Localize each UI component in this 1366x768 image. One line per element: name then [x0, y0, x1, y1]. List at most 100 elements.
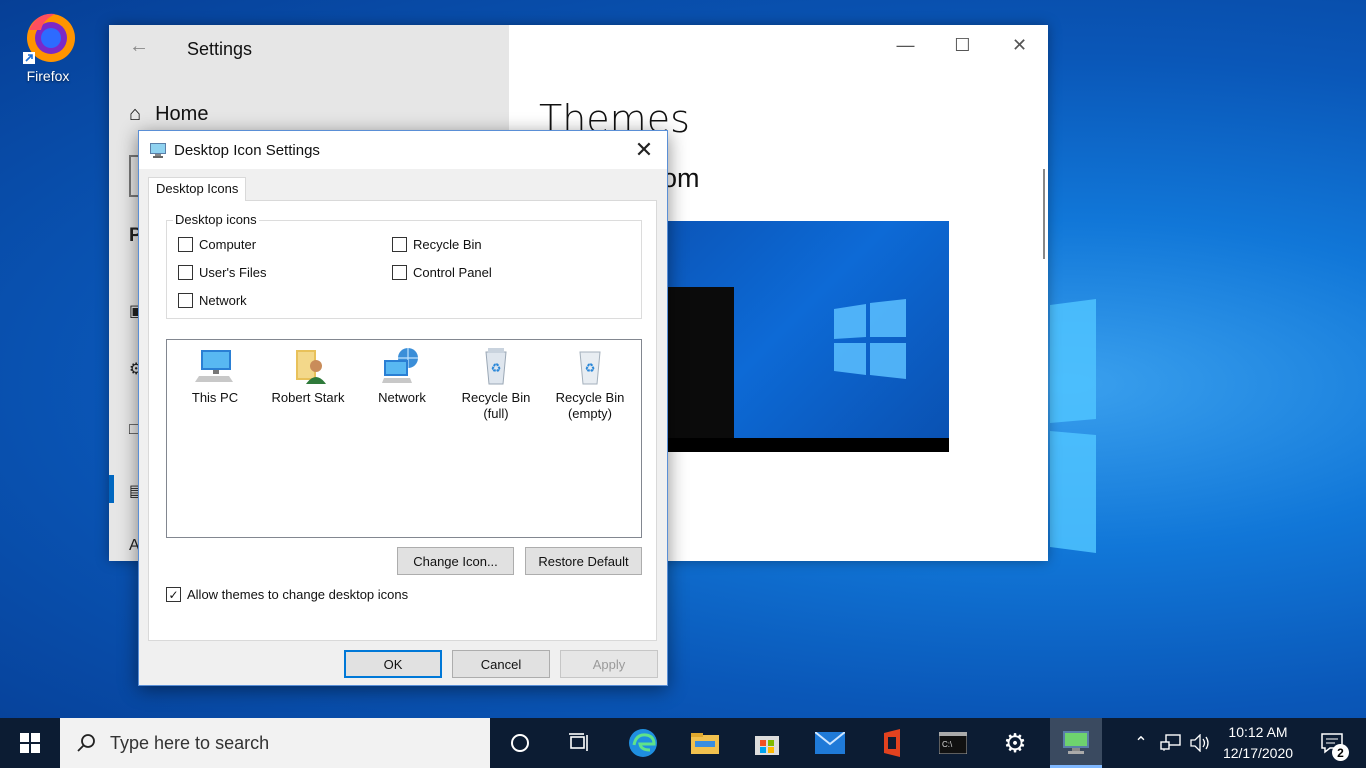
search-placeholder: Type here to search — [110, 732, 270, 753]
office-icon — [884, 729, 900, 757]
settings-scrollbar[interactable] — [1043, 169, 1045, 259]
desktop-icons-group: Desktop icons Computer Recycle Bin User'… — [166, 212, 642, 319]
icon-item-label: Robert Stark — [271, 390, 345, 405]
taskbar-clock[interactable]: 10:12 AM 12/17/2020 — [1212, 722, 1304, 764]
taskbar: Type here to search C:\ ⚙ ⌃ 10:12 AM 12/ — [0, 718, 1366, 768]
icon-item-network[interactable]: Network — [356, 346, 448, 406]
settings-home-item[interactable]: ⌂ Home — [129, 103, 208, 126]
icon-item-recycle-bin-empty[interactable]: ♻ Recycle Bin (empty) — [544, 346, 636, 422]
checkbox-recycle-bin[interactable]: Recycle Bin — [392, 237, 482, 252]
store-icon — [755, 736, 779, 755]
svg-text:♻: ♻ — [491, 361, 502, 375]
start-button[interactable] — [0, 718, 60, 768]
checkbox-allow-themes[interactable]: ✓ Allow themes to change desktop icons — [166, 587, 408, 602]
chevron-up-icon: ⌃ — [1134, 735, 1148, 752]
network-tray-button[interactable] — [1158, 718, 1184, 768]
icon-item-label: Recycle Bin (full) — [461, 390, 531, 421]
taskbar-edge[interactable] — [617, 718, 669, 768]
svg-text:C:\: C:\ — [942, 740, 953, 749]
home-icon: ⌂ — [129, 103, 142, 125]
group-label: Desktop icons — [173, 212, 259, 227]
checkbox-label: Allow themes to change desktop icons — [187, 587, 409, 602]
this-pc-icon — [195, 350, 233, 382]
recycle-bin-empty-icon: ♻ — [579, 351, 601, 385]
user-folder-icon — [296, 350, 326, 384]
command-prompt-icon: C:\ — [939, 732, 967, 754]
maximize-button[interactable]: ☐ — [934, 25, 991, 65]
cortana-icon — [511, 734, 529, 752]
back-arrow-icon[interactable]: ← — [129, 35, 149, 58]
edge-icon — [629, 729, 657, 757]
network-icon — [382, 348, 418, 383]
tab-panel: Desktop icons Computer Recycle Bin User'… — [148, 200, 657, 641]
home-label: Home — [155, 103, 209, 125]
icon-item-label: This PC — [191, 390, 239, 405]
taskbar-desktop-icon-settings[interactable] — [1050, 718, 1102, 768]
notification-badge: 2 — [1332, 744, 1349, 761]
desktop-icon-settings-dialog: Desktop Icon Settings ✕ Desktop Icons De… — [138, 130, 668, 686]
cancel-button[interactable]: Cancel — [452, 650, 550, 678]
minimize-button[interactable]: — — [877, 25, 934, 65]
dialog-close-button[interactable]: ✕ — [631, 137, 657, 163]
icon-item-robert-stark[interactable]: Robert Stark — [262, 346, 354, 406]
dialog-titlebar: Desktop Icon Settings ✕ — [139, 131, 667, 169]
taskbar-mail[interactable] — [804, 718, 856, 768]
checkbox-label: Control Panel — [413, 265, 492, 280]
checkbox-label: Network — [199, 293, 247, 308]
show-hidden-icons-button[interactable]: ⌃ — [1128, 718, 1154, 768]
checkbox-label: Computer — [199, 237, 257, 252]
window-controls: — ☐ ✕ — [877, 25, 1048, 65]
taskbar-store[interactable] — [741, 718, 793, 768]
clock-date: 12/17/2020 — [1222, 745, 1294, 761]
volume-icon — [1190, 734, 1209, 752]
action-center-button[interactable]: 2 — [1306, 718, 1358, 768]
mail-icon — [815, 732, 845, 754]
volume-tray-button[interactable] — [1188, 718, 1214, 768]
close-button[interactable]: ✕ — [991, 25, 1048, 65]
checkbox-control-panel[interactable]: Control Panel — [392, 265, 492, 280]
checkbox-box[interactable] — [178, 237, 193, 252]
apply-button[interactable]: Apply — [560, 650, 658, 678]
taskbar-settings[interactable]: ⚙ — [989, 718, 1041, 768]
checkbox-box[interactable] — [392, 265, 407, 280]
desktop-icon-label: Firefox — [26, 68, 70, 84]
dialog-title: Desktop Icon Settings — [174, 142, 320, 159]
taskbar-search-box[interactable]: Type here to search — [60, 718, 490, 768]
firefox-icon — [23, 13, 75, 64]
tab-desktop-icons[interactable]: Desktop Icons — [148, 177, 247, 201]
taskbar-command-prompt[interactable]: C:\ — [927, 718, 979, 768]
search-icon — [77, 734, 95, 752]
clock-time: 10:12 AM — [1228, 724, 1288, 740]
svg-text:♻: ♻ — [585, 361, 596, 375]
ok-button[interactable]: OK — [344, 650, 442, 678]
checkbox-network[interactable]: Network — [178, 293, 247, 308]
cortana-button[interactable] — [494, 718, 546, 768]
checkbox-box[interactable] — [392, 237, 407, 252]
checkbox-box-checked[interactable]: ✓ — [166, 587, 181, 602]
taskbar-office[interactable] — [866, 718, 918, 768]
desktop-icon-firefox[interactable]: Firefox — [14, 8, 82, 84]
gear-icon: ⚙ — [1003, 727, 1027, 758]
settings-title: Settings — [187, 39, 253, 59]
checkbox-box[interactable] — [178, 265, 193, 280]
icon-item-recycle-bin-full[interactable]: ♻ Recycle Bin (full) — [450, 346, 542, 422]
checkbox-box[interactable] — [178, 293, 193, 308]
windows-logo-icon — [834, 299, 906, 379]
file-explorer-icon — [691, 733, 719, 754]
icon-item-label: Recycle Bin (empty) — [555, 390, 625, 421]
change-icon-button[interactable]: Change Icon... — [397, 547, 514, 575]
display-settings-icon — [1063, 730, 1089, 754]
recycle-bin-full-icon: ♻ — [485, 348, 507, 385]
taskbar-file-explorer[interactable] — [679, 718, 731, 768]
checkbox-label: User's Files — [199, 265, 267, 280]
restore-default-button[interactable]: Restore Default — [525, 547, 642, 575]
selected-nav-indicator — [109, 475, 114, 503]
icon-item-this-pc[interactable]: This PC — [169, 346, 261, 406]
checkbox-users-files[interactable]: User's Files — [178, 265, 267, 280]
task-view-button[interactable] — [553, 718, 605, 768]
task-view-icon — [569, 733, 588, 751]
icon-item-label: Network — [378, 390, 426, 405]
windows-start-icon — [20, 733, 40, 753]
network-tray-icon — [1160, 734, 1181, 751]
checkbox-computer[interactable]: Computer — [178, 237, 256, 252]
